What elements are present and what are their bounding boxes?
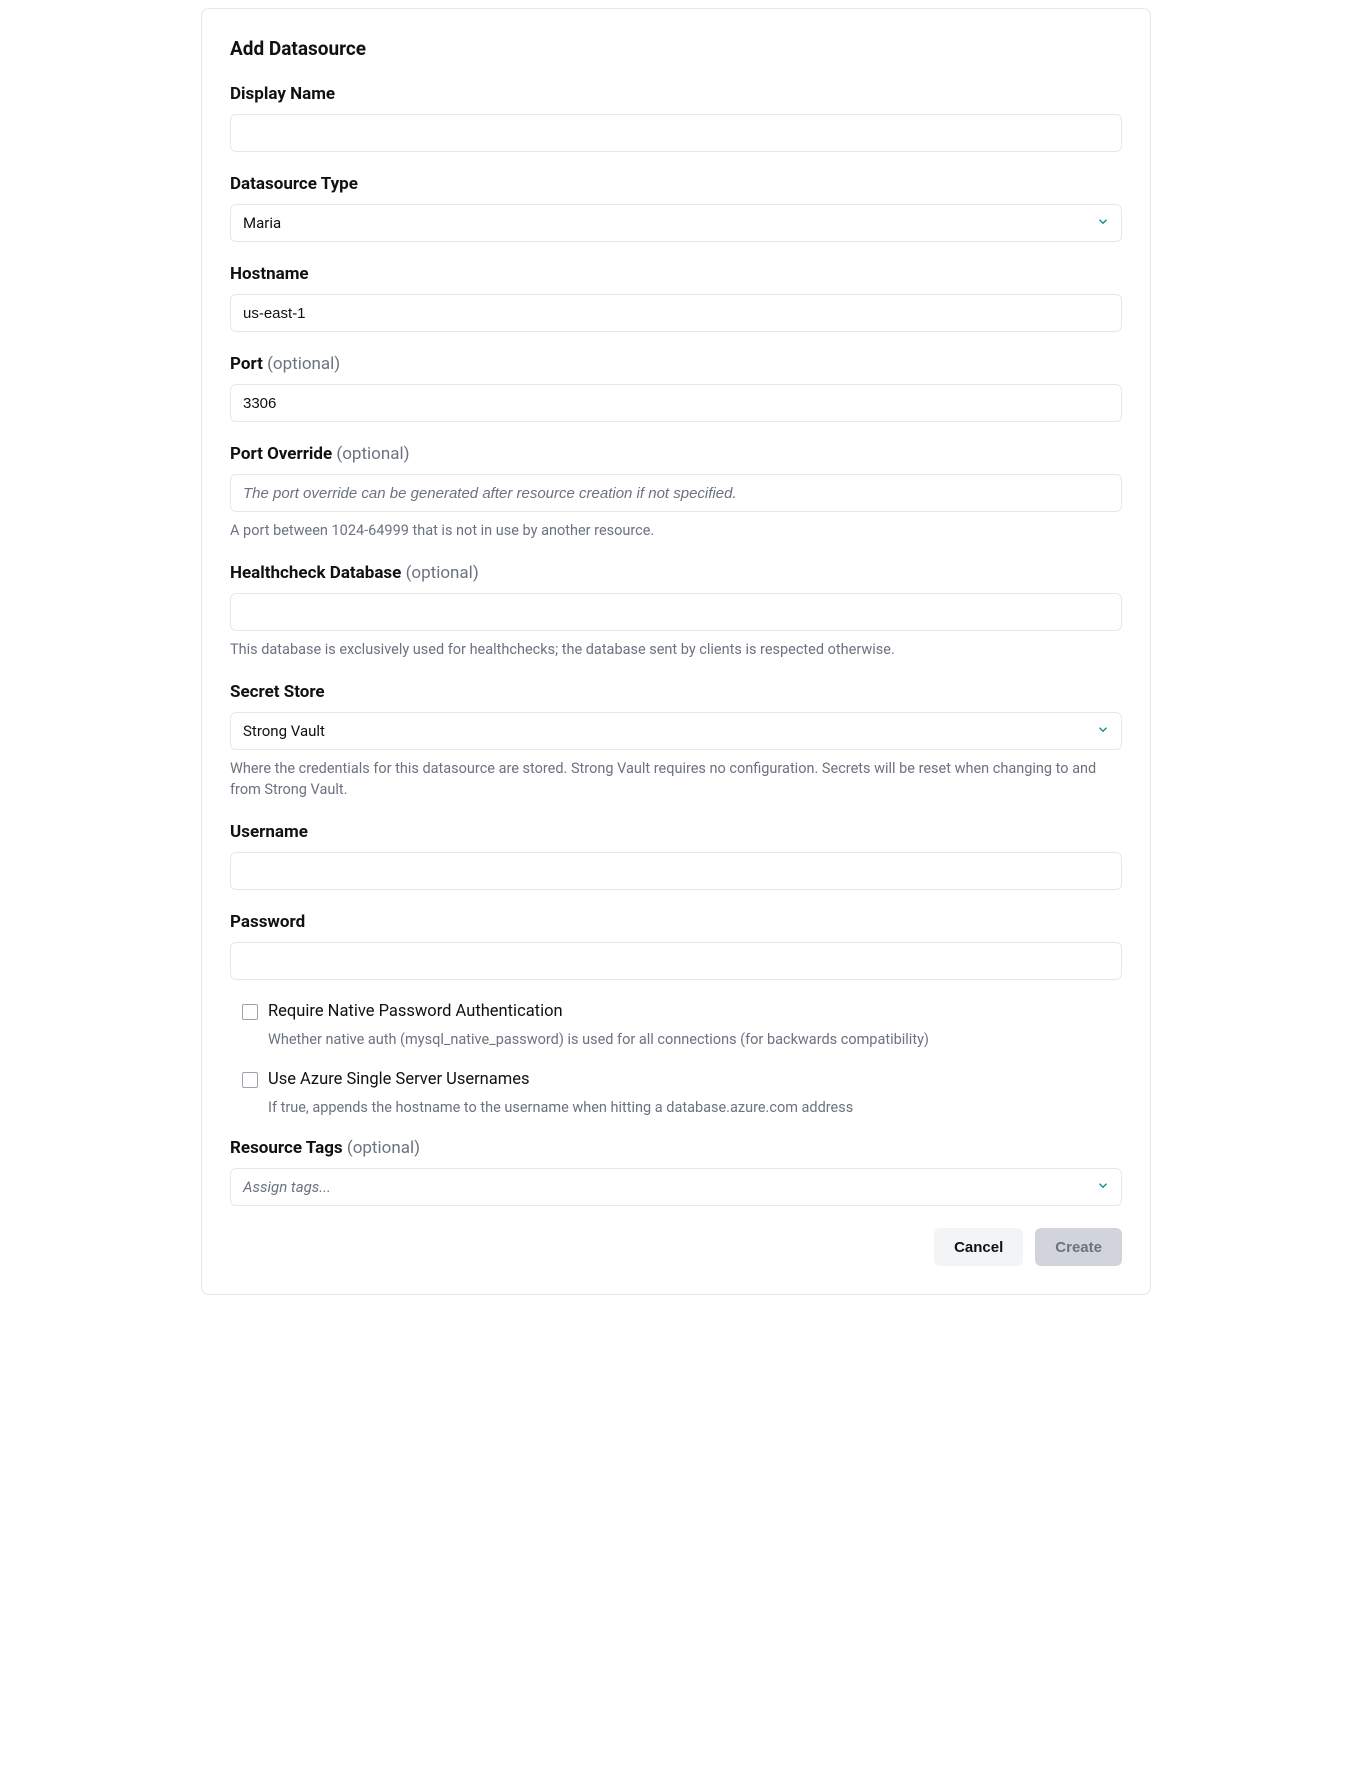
secret-store-help: Where the credentials for this datasourc… <box>230 758 1122 800</box>
port-input[interactable] <box>230 384 1122 422</box>
field-datasource-type: Datasource Type Maria <box>230 174 1122 242</box>
secret-store-select[interactable]: Strong Vault <box>230 712 1122 750</box>
field-azure-usernames: Use Azure Single Server Usernames If tru… <box>242 1070 1122 1118</box>
azure-usernames-checkbox[interactable] <box>242 1072 258 1088</box>
field-hostname: Hostname <box>230 264 1122 332</box>
port-override-input[interactable] <box>230 474 1122 512</box>
port-override-label: Port Override (optional) <box>230 444 1122 464</box>
field-port-override: Port Override (optional) A port between … <box>230 444 1122 541</box>
create-button[interactable]: Create <box>1035 1228 1122 1266</box>
resource-tags-optional: (optional) <box>347 1138 420 1158</box>
add-datasource-panel: Add Datasource Display Name Datasource T… <box>201 8 1151 1295</box>
datasource-type-value: Maria <box>243 214 281 232</box>
require-native-password-label[interactable]: Require Native Password Authentication <box>268 1002 563 1021</box>
port-label: Port (optional) <box>230 354 1122 374</box>
resource-tags-placeholder: Assign tags... <box>243 1178 331 1196</box>
port-override-help: A port between 1024-64999 that is not in… <box>230 520 1122 541</box>
port-override-optional: (optional) <box>336 444 409 464</box>
resource-tags-label: Resource Tags (optional) <box>230 1138 1122 1158</box>
field-require-native-password: Require Native Password Authentication W… <box>242 1002 1122 1050</box>
datasource-type-label: Datasource Type <box>230 174 1122 194</box>
actions-row: Cancel Create <box>230 1228 1122 1266</box>
username-input[interactable] <box>230 852 1122 890</box>
cancel-button[interactable]: Cancel <box>934 1228 1023 1266</box>
password-label: Password <box>230 912 1122 932</box>
healthcheck-db-label: Healthcheck Database (optional) <box>230 563 1122 583</box>
field-healthcheck-db: Healthcheck Database (optional) This dat… <box>230 563 1122 660</box>
page-title: Add Datasource <box>230 37 1122 60</box>
resource-tags-select[interactable]: Assign tags... <box>230 1168 1122 1206</box>
field-password: Password <box>230 912 1122 980</box>
port-optional: (optional) <box>267 354 340 374</box>
require-native-password-help: Whether native auth (mysql_native_passwo… <box>268 1029 1122 1050</box>
datasource-type-select[interactable]: Maria <box>230 204 1122 242</box>
username-label: Username <box>230 822 1122 842</box>
secret-store-label: Secret Store <box>230 682 1122 702</box>
field-display-name: Display Name <box>230 84 1122 152</box>
field-port: Port (optional) <box>230 354 1122 422</box>
azure-usernames-label[interactable]: Use Azure Single Server Usernames <box>268 1070 530 1089</box>
require-native-password-checkbox[interactable] <box>242 1004 258 1020</box>
display-name-label: Display Name <box>230 84 1122 104</box>
healthcheck-db-input[interactable] <box>230 593 1122 631</box>
field-resource-tags: Resource Tags (optional) Assign tags... <box>230 1138 1122 1206</box>
hostname-input[interactable] <box>230 294 1122 332</box>
azure-usernames-help: If true, appends the hostname to the use… <box>268 1097 1122 1118</box>
hostname-label: Hostname <box>230 264 1122 284</box>
secret-store-value: Strong Vault <box>243 722 325 740</box>
healthcheck-db-optional: (optional) <box>406 563 479 583</box>
field-secret-store: Secret Store Strong Vault Where the cred… <box>230 682 1122 800</box>
healthcheck-db-help: This database is exclusively used for he… <box>230 639 1122 660</box>
password-input[interactable] <box>230 942 1122 980</box>
field-username: Username <box>230 822 1122 890</box>
display-name-input[interactable] <box>230 114 1122 152</box>
